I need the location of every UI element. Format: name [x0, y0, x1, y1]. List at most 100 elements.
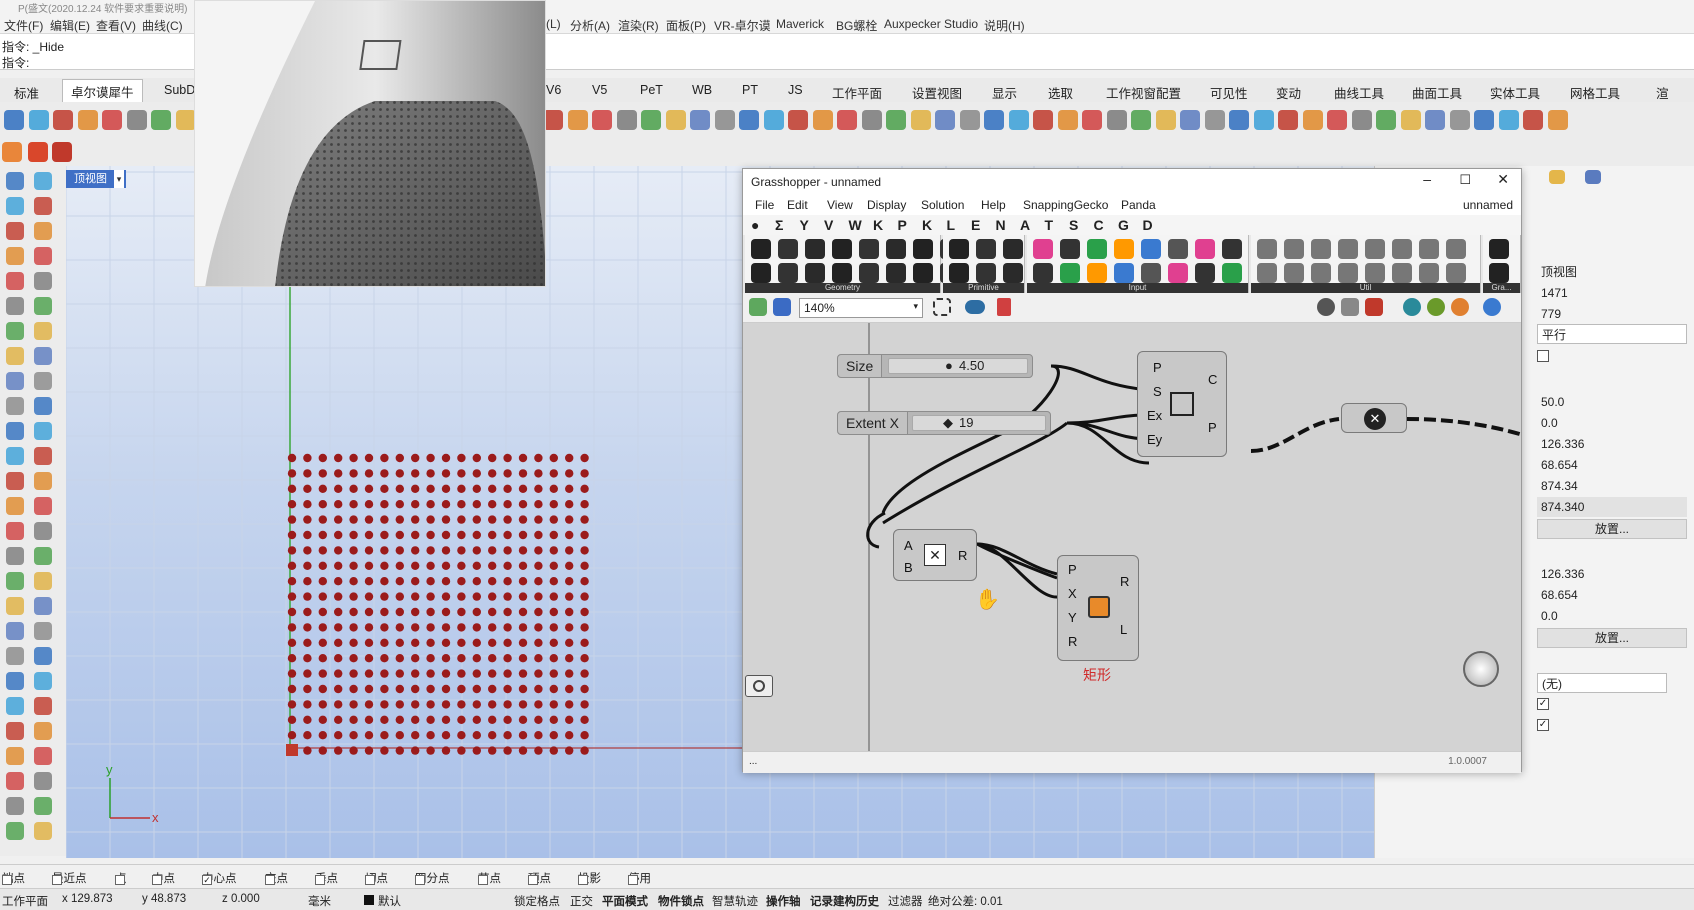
relay-component[interactable]: ✕: [1341, 403, 1407, 433]
menu-help[interactable]: 说明(H): [984, 17, 1025, 34]
gh-component-button[interactable]: [1003, 263, 1023, 283]
save-icon[interactable]: [773, 298, 791, 316]
left-tool-icon[interactable]: [34, 697, 52, 715]
gh-component-button[interactable]: [1284, 263, 1304, 283]
tab-v5[interactable]: V5: [592, 83, 607, 97]
sketch-pen-icon[interactable]: [997, 298, 1011, 316]
gh-component-button[interactable]: [1114, 263, 1134, 283]
left-tool-icon[interactable]: [34, 172, 52, 190]
gh-tab-15[interactable]: D: [1143, 217, 1153, 233]
gh-component-button[interactable]: [886, 263, 906, 283]
toolbar-tool-icon[interactable]: [886, 110, 906, 130]
toolbar-tool-icon[interactable]: [1474, 110, 1494, 130]
tab-solid-tools[interactable]: 实体工具: [1490, 83, 1540, 102]
toggle-smarttrack[interactable]: 智慧轨迹: [712, 893, 758, 909]
menu-file[interactable]: 文件(F): [4, 17, 43, 34]
gh-component-button[interactable]: [1446, 239, 1466, 259]
osnap-2[interactable]: 点: [115, 870, 127, 886]
left-tool-icon[interactable]: [6, 797, 24, 815]
osnap-12[interactable]: 停用: [628, 870, 651, 886]
minimize-icon[interactable]: –: [1423, 171, 1431, 187]
status-layer[interactable]: 默认: [378, 893, 401, 909]
prop-checkbox-1[interactable]: [1537, 350, 1549, 362]
gh-component-button[interactable]: [859, 263, 879, 283]
gh-component-button[interactable]: [1257, 239, 1277, 259]
osnap-10[interactable]: 顶点: [528, 870, 551, 886]
gh-component-button[interactable]: [805, 263, 825, 283]
maximize-icon[interactable]: ☐: [1459, 172, 1471, 188]
left-tool-icon[interactable]: [34, 672, 52, 690]
tree-icon[interactable]: [1403, 298, 1421, 316]
toolbar-tool-icon[interactable]: [1106, 110, 1127, 130]
gh-component-button[interactable]: [913, 263, 933, 283]
toolbar-tool-icon[interactable]: [1057, 110, 1078, 130]
prop-y[interactable]: 68.654: [1537, 455, 1687, 475]
toolbar-tool-icon[interactable]: [53, 110, 73, 130]
gh-component-button[interactable]: [1392, 239, 1412, 259]
toolbar-tool-icon[interactable]: [28, 110, 49, 130]
gh-component-button[interactable]: [751, 239, 771, 259]
left-tool-icon[interactable]: [6, 422, 24, 440]
navigation-ball-icon[interactable]: [1463, 651, 1499, 687]
toolbar-tool-icon[interactable]: [641, 110, 661, 130]
tab-pt[interactable]: PT: [742, 83, 758, 97]
extent-x-slider-track[interactable]: ◆ 19: [912, 415, 1046, 431]
wire-mode-icon[interactable]: [1341, 298, 1359, 316]
gh-menu-view[interactable]: View: [827, 198, 853, 212]
toolbar-tool-icon[interactable]: [714, 110, 735, 130]
left-tool-icon[interactable]: [6, 472, 24, 490]
gh-tab-9[interactable]: N: [996, 217, 1006, 233]
left-tool-icon[interactable]: [34, 647, 52, 665]
tab-display[interactable]: 显示: [992, 83, 1017, 102]
tab-more[interactable]: 渲: [1656, 83, 1669, 102]
close-icon[interactable]: ✕: [1497, 171, 1509, 188]
viewport-label[interactable]: 顶视图 ▾: [66, 170, 126, 188]
left-tool-icon[interactable]: [6, 272, 24, 290]
menu-analyze[interactable]: 分析(A): [570, 17, 610, 34]
gh-component-button[interactable]: [832, 263, 852, 283]
gh-component-button[interactable]: [976, 239, 996, 259]
tab-pet[interactable]: PeT: [640, 83, 663, 97]
left-tool-icon[interactable]: [6, 297, 24, 315]
gh-component-button[interactable]: [976, 263, 996, 283]
toolbar-tool-icon[interactable]: [1131, 110, 1151, 130]
tab-cplane[interactable]: 工作平面: [832, 83, 882, 102]
left-tool-icon[interactable]: [34, 547, 52, 565]
gh-component-button[interactable]: [1060, 263, 1080, 283]
preview-eye-icon[interactable]: [965, 300, 985, 314]
toolbar-tool-icon[interactable]: [739, 110, 759, 130]
extent-x-slider[interactable]: Extent X ◆ 19: [837, 411, 1051, 435]
gh-component-button[interactable]: [1114, 239, 1134, 259]
toolbar-tool-icon[interactable]: [690, 110, 710, 130]
square-grid-component[interactable]: P S Ex Ey C P: [1137, 351, 1227, 457]
prop-rotation[interactable]: 0.0: [1537, 413, 1687, 433]
left-tool-icon[interactable]: [6, 497, 24, 515]
toggle-grid-snap[interactable]: 锁定格点: [514, 893, 560, 909]
place-button-1[interactable]: 放置...: [1537, 519, 1687, 539]
left-tool-icon[interactable]: [34, 322, 52, 340]
osnap-6[interactable]: 垂点: [315, 870, 338, 886]
left-tool-icon[interactable]: [6, 197, 24, 215]
left-tool-icon[interactable]: [34, 497, 52, 515]
osnap-8[interactable]: 四分点: [415, 870, 450, 886]
material-icon[interactable]: [1451, 298, 1469, 316]
gh-component-button[interactable]: [1338, 263, 1358, 283]
toolbar-tool-icon[interactable]: [910, 110, 931, 130]
left-tool-icon[interactable]: [6, 322, 24, 340]
left-tool-icon[interactable]: [34, 272, 52, 290]
gh-component-button[interactable]: [1257, 263, 1277, 283]
gh-menu-file[interactable]: File: [755, 198, 774, 212]
toolbar-tool-icon[interactable]: [935, 110, 955, 130]
left-tool-icon[interactable]: [6, 697, 24, 715]
gh-menu-edit[interactable]: Edit: [787, 198, 808, 212]
menu-view[interactable]: 查看(V): [96, 17, 136, 34]
gh-component-button[interactable]: [1338, 239, 1358, 259]
send-alt-icon[interactable]: [28, 142, 48, 162]
gh-component-button[interactable]: [1419, 239, 1439, 259]
canvas-preview-icon[interactable]: [745, 675, 773, 697]
tab-surface-tools[interactable]: 曲面工具: [1412, 83, 1462, 102]
gh-component-button[interactable]: [1141, 263, 1161, 283]
menu-vr[interactable]: VR-卓尔谟: [714, 17, 771, 34]
gh-component-button[interactable]: [1365, 239, 1385, 259]
toolbar-tool-icon[interactable]: [959, 110, 980, 130]
